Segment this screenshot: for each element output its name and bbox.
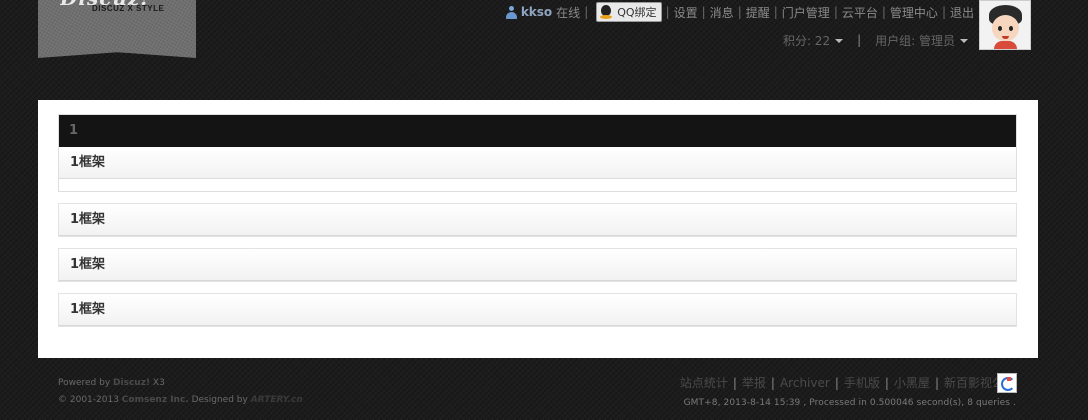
- logo-subtitle: DISCUZ X STYLE: [92, 4, 165, 13]
- divider: |: [773, 5, 778, 19]
- user-icon: [505, 5, 518, 19]
- frame-header: 1框架: [59, 249, 1016, 281]
- frame-header: 1框架: [59, 204, 1016, 236]
- divider: |: [770, 376, 775, 390]
- divider: |: [665, 5, 670, 19]
- cnzz-stats-icon[interactable]: [997, 373, 1017, 393]
- frame-header: 1框架: [59, 294, 1016, 326]
- footer-credits: Powered by Discuz! X3 © 2001-2013 Comsen…: [58, 375, 303, 409]
- copyright-text: © 2001-2013: [58, 395, 119, 405]
- main-panel: 1 1框架 1框架 1框架 1框架: [38, 100, 1038, 358]
- divider: |: [934, 376, 939, 390]
- credits-label: 积分: 22: [782, 33, 831, 48]
- cloud-platform-link[interactable]: 云平台: [842, 4, 878, 21]
- avatar-eye: [998, 26, 1002, 31]
- divider: |: [737, 5, 742, 19]
- divider: |: [884, 376, 889, 390]
- avatar-eye: [1009, 26, 1013, 31]
- admin-center-link[interactable]: 管理中心: [890, 4, 938, 21]
- divider: |: [881, 5, 886, 19]
- blacklist-link[interactable]: 小黑屋: [894, 376, 930, 390]
- divider: |: [584, 5, 589, 19]
- qq-penguin-icon: [599, 4, 613, 20]
- top-nav: kkso 在线 | QQ绑定 | 设置 | 消息 | 提醒 | 门户管理 | 云…: [505, 2, 974, 22]
- report-link[interactable]: 举报: [742, 376, 766, 390]
- footer-link-row: 站点统计 | 举报 | Archiver | 手机版 | 小黑屋 | 新百影视公司: [680, 375, 1016, 391]
- frame-title-bar: 1: [59, 115, 1016, 147]
- divider: |: [833, 5, 838, 19]
- copyright-line: © 2001-2013 Comsenz Inc. Designed by ART…: [58, 392, 303, 409]
- site-stats-link[interactable]: 站点统计: [680, 376, 728, 390]
- frame-block: 1框架: [58, 293, 1017, 327]
- avatar-body: [994, 41, 1017, 49]
- divider: |: [701, 5, 706, 19]
- notifications-link[interactable]: 提醒: [746, 4, 770, 21]
- site-logo[interactable]: Discuz! DISCUZ X STYLE: [38, 0, 196, 58]
- usergroup-label: 用户组: 管理员: [875, 33, 955, 48]
- divider: |: [732, 376, 737, 390]
- frame-block: 1框架: [58, 203, 1017, 237]
- usergroup-menu[interactable]: 用户组: 管理员: [875, 32, 968, 49]
- divider: |: [857, 33, 862, 47]
- discuz-link[interactable]: Discuz!: [113, 378, 150, 388]
- user-info-bar: 积分: 22 | 用户组: 管理员: [783, 32, 968, 48]
- logout-link[interactable]: 退出: [950, 4, 974, 21]
- credits-menu[interactable]: 积分: 22: [782, 32, 844, 49]
- qq-bind-label: QQ绑定: [617, 6, 657, 19]
- powered-by-text: Powered by: [58, 378, 111, 388]
- online-status: 在线: [556, 5, 581, 20]
- chevron-down-icon: [960, 39, 968, 43]
- divider: |: [941, 5, 946, 19]
- processing-stats: GMT+8, 2013-8-14 15:39 , Processed in 0.…: [683, 398, 1016, 408]
- settings-link[interactable]: 设置: [674, 4, 698, 21]
- portal-admin-link[interactable]: 门户管理: [782, 4, 830, 21]
- version-text: X3: [152, 378, 165, 388]
- qq-bind-button[interactable]: QQ绑定: [596, 2, 662, 22]
- powered-by-line: Powered by Discuz! X3: [58, 375, 303, 392]
- comsenz-link[interactable]: Comsenz Inc.: [122, 395, 189, 405]
- frame-header: 1框架: [59, 147, 1016, 179]
- frame-block: 1框架: [58, 248, 1017, 282]
- username-link[interactable]: kkso: [521, 5, 552, 19]
- designed-by-text: Designed by: [191, 395, 248, 405]
- divider: |: [834, 376, 839, 390]
- chevron-down-icon: [835, 39, 844, 43]
- footer-links: 站点统计 | 举报 | Archiver | 手机版 | 小黑屋 | 新百影视公司 GMT+8, 2…: [680, 375, 1016, 408]
- artery-link[interactable]: ARTERY.cn: [251, 395, 303, 405]
- avatar[interactable]: [979, 0, 1031, 50]
- mobile-link[interactable]: 手机版: [844, 376, 880, 390]
- frame-block: 1 1框架: [58, 114, 1017, 192]
- messages-link[interactable]: 消息: [710, 4, 734, 21]
- archiver-link[interactable]: Archiver: [780, 376, 830, 390]
